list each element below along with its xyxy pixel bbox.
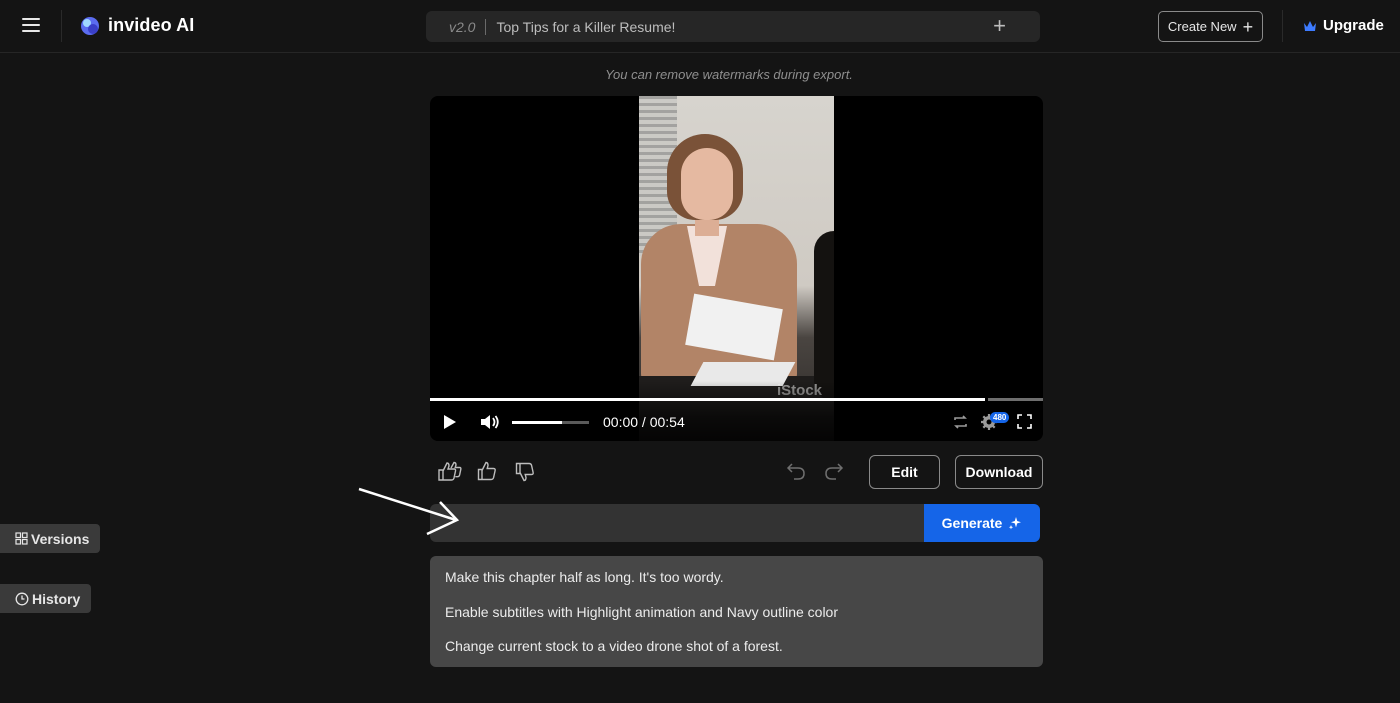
create-new-button[interactable]: Create New + (1158, 11, 1263, 42)
redo-icon[interactable] (824, 462, 844, 480)
watermark-notice: You can remove watermarks during export. (605, 67, 853, 82)
header-divider (1282, 10, 1283, 42)
prompt-input[interactable] (430, 504, 925, 542)
loop-icon[interactable] (952, 414, 969, 430)
header-divider (61, 10, 62, 42)
person-face (681, 148, 733, 220)
versions-label: Versions (31, 530, 90, 547)
suggestion-item[interactable]: Change current stock to a video drone sh… (430, 638, 1043, 673)
quality-badge: 480 (990, 412, 1010, 423)
plus-icon[interactable]: + (993, 15, 1006, 37)
plus-icon: + (1242, 16, 1254, 37)
grid-icon (15, 532, 28, 545)
progress-bar[interactable] (430, 398, 1043, 401)
thumbs-up-icon[interactable] (477, 461, 497, 481)
top-header: invideo AI v2.0 Top Tips for a Killer Re… (0, 0, 1400, 53)
fullscreen-icon[interactable] (1017, 414, 1032, 429)
edit-label: Edit (891, 464, 918, 480)
time-display: 00:00 / 00:54 (603, 414, 685, 430)
edit-button[interactable]: Edit (869, 455, 940, 489)
generate-label: Generate (941, 515, 1003, 531)
download-button[interactable]: Download (955, 455, 1043, 489)
double-thumbs-up-icon[interactable] (437, 461, 462, 482)
video-title[interactable]: Top Tips for a Killer Resume! (496, 19, 675, 35)
volume-icon[interactable] (480, 413, 500, 431)
upgrade-label: Upgrade (1323, 17, 1384, 34)
download-label: Download (965, 464, 1033, 480)
progress-marker (985, 398, 988, 401)
play-icon[interactable] (443, 414, 457, 430)
thumbs-down-icon[interactable] (515, 462, 535, 482)
history-button[interactable]: History (0, 584, 91, 613)
second-person (814, 231, 834, 401)
history-label: History (32, 590, 81, 607)
generate-button[interactable]: Generate (924, 504, 1040, 542)
versions-button[interactable]: Versions (0, 524, 100, 553)
progress-fill (430, 398, 985, 401)
suggestion-item[interactable]: Enable subtitles with Highlight animatio… (430, 604, 1043, 639)
video-player[interactable]: iStock 00:00 / 00:54 480 (430, 96, 1043, 441)
volume-fill (512, 421, 563, 424)
controls-shade (430, 381, 1043, 441)
undo-icon[interactable] (786, 462, 806, 480)
app-name: invideo AI (108, 15, 195, 35)
suggestion-item[interactable]: Make this chapter half as long. It's too… (430, 569, 1043, 604)
video-title-bar[interactable]: v2.0 Top Tips for a Killer Resume! + (426, 11, 1040, 42)
logo[interactable]: invideo AI (80, 15, 194, 36)
version-label: v2.0 (449, 18, 476, 35)
volume-slider[interactable] (512, 421, 589, 424)
invideo-logo-icon (81, 16, 99, 35)
upgrade-button[interactable]: Upgrade (1303, 17, 1384, 34)
create-new-label: Create New (1167, 19, 1237, 34)
sparkle-icon (1009, 517, 1022, 530)
crown-icon (1304, 20, 1316, 31)
suggestion-list: Make this chapter half as long. It's too… (430, 556, 1043, 667)
title-separator (485, 18, 487, 35)
hamburger-menu-icon[interactable] (18, 13, 44, 37)
clock-icon (15, 592, 29, 605)
